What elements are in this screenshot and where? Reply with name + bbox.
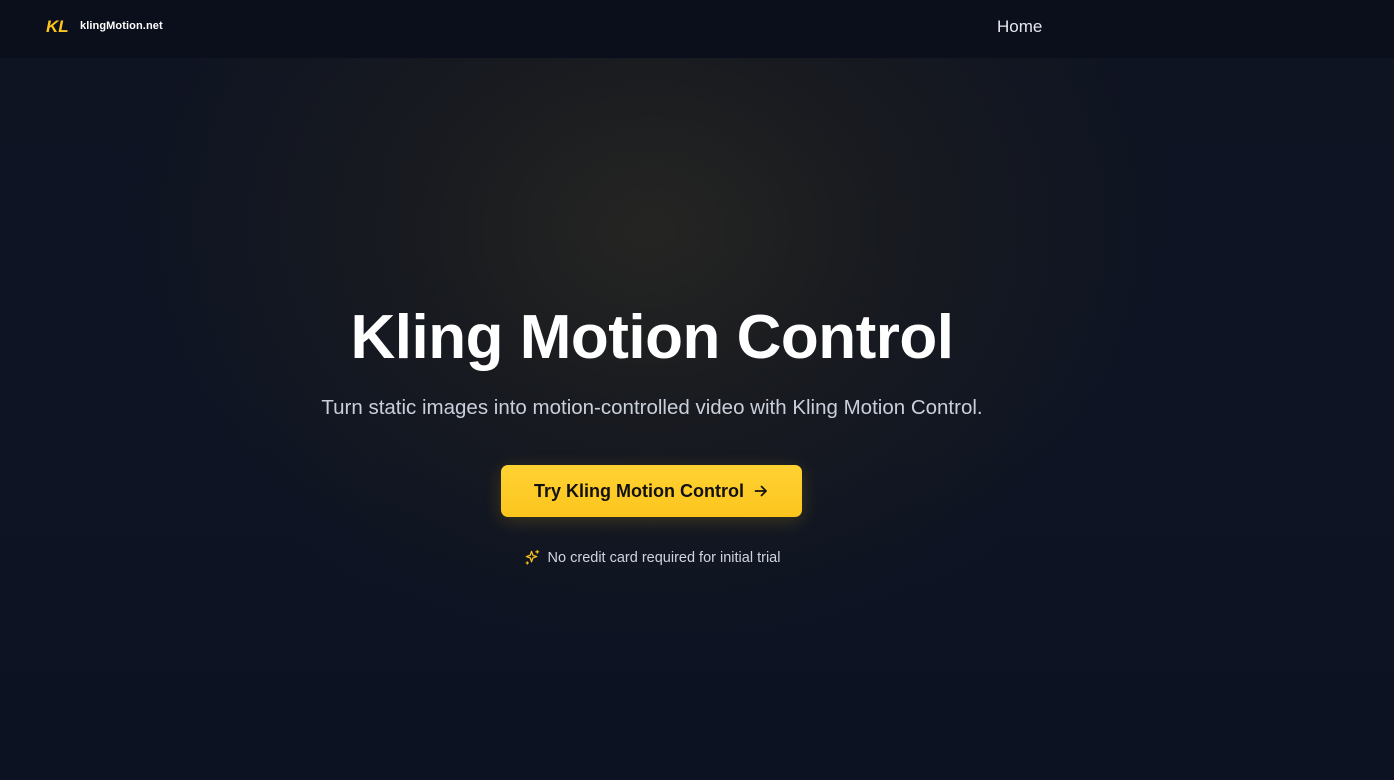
trial-note: No credit card required for initial tria… — [0, 549, 1304, 566]
nav-home-link[interactable]: Home — [997, 17, 1042, 37]
try-kling-motion-control-button[interactable]: Try Kling Motion Control — [501, 465, 802, 517]
logo-mark-text: KL — [46, 17, 69, 36]
cta-label: Try Kling Motion Control — [534, 480, 744, 501]
hero-title: Kling Motion Control — [350, 303, 954, 372]
landing-page: KL klingMotion.net Home Kling Motion Con… — [0, 0, 1394, 780]
brand-name: klingMotion.net — [80, 20, 163, 32]
brand-logo-link[interactable]: KL klingMotion.net — [46, 16, 163, 36]
sparkles-icon — [525, 549, 539, 565]
kl-logo-icon: KL — [46, 17, 69, 36]
trial-note-text: No credit card required for initial tria… — [547, 549, 781, 566]
hero-subtitle: Turn static images into motion-controlle… — [321, 396, 983, 419]
top-navbar: KL klingMotion.net Home — [0, 0, 1394, 58]
arrow-right-icon — [754, 485, 767, 497]
